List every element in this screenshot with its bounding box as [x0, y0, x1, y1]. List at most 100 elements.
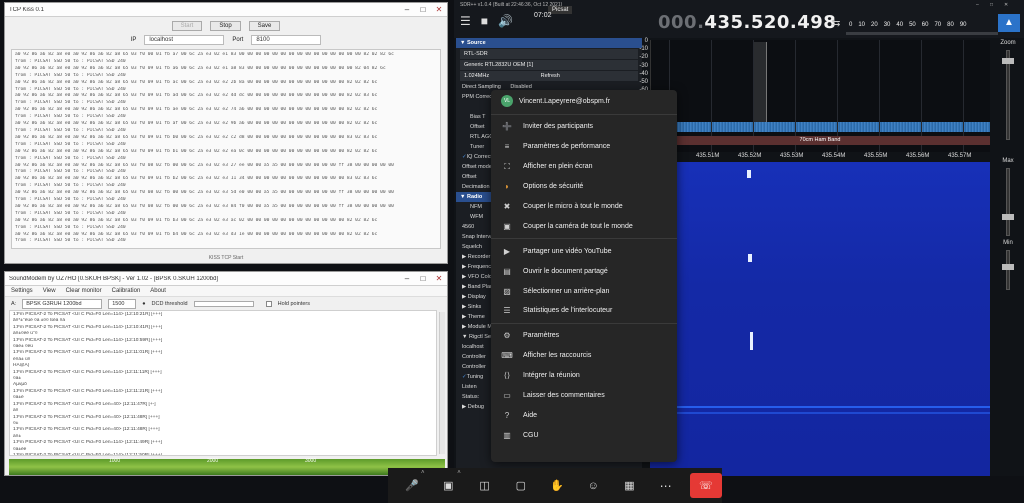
sdr-title: SDR++ v1.0.4 (Built at 22:46:36, Oct 12 … — [460, 2, 563, 8]
log-line: from : PICSAT SSD 50 to : PICSAT SSD 240 — [15, 224, 126, 230]
log-line: from : PICSAT SSD 50 to : PICSAT SSD 240 — [15, 197, 126, 203]
minimize-icon[interactable]: – — [399, 274, 415, 283]
menu-items: ➕ Inviter des participants ≡ Paramètres de … — [491, 117, 677, 445]
close-icon[interactable]: ✕ — [431, 274, 447, 283]
mute-all-icon: ✖ — [503, 202, 511, 211]
raise-hand-button[interactable]: ✋ — [539, 468, 575, 503]
menu-item[interactable]: Clear monitor — [66, 288, 102, 294]
vfo-marker[interactable] — [753, 42, 767, 132]
participants-icon: ☺ — [587, 479, 599, 492]
snr-tick: 40 — [896, 22, 904, 28]
raise-hand-icon: ✋ — [550, 480, 564, 492]
speaker-icon[interactable]: 🔊 — [498, 14, 513, 28]
menu-item-security[interactable]: ◗ Options de sécurité — [491, 177, 677, 197]
menu-item-embed[interactable]: ⟨⟩ Intégrer la réunion — [491, 366, 677, 386]
sdr-waterfall[interactable] — [650, 162, 990, 476]
tile-view-icon: ▦ — [624, 480, 635, 492]
hangup-icon: ☏ — [699, 480, 713, 492]
signal-trace — [750, 332, 753, 350]
monitor-scrollbar[interactable] — [439, 312, 445, 454]
soundmodem-titlebar: SoundModem by UZ7HO [0.SKUH BPSK] - Ver … — [5, 272, 447, 286]
waterfall-band-line — [650, 406, 990, 408]
frequency-display[interactable]: 000.435.520.498 — [658, 12, 836, 33]
min-slider[interactable] — [1006, 250, 1010, 290]
frequency-axis: 435.5M435.51M435.52M435.53M435.54M435.55… — [650, 152, 990, 162]
minimize-icon[interactable]: – — [976, 2, 990, 8]
more-icon: ⋯ — [659, 478, 672, 493]
menu-item[interactable]: Settings — [11, 288, 33, 294]
menu-item-help[interactable]: ? Aide — [491, 405, 677, 425]
camera-button[interactable]: ▣ ˄ — [430, 468, 466, 503]
participants-button[interactable]: ☺ — [575, 468, 611, 503]
hangup-button[interactable]: ☏ — [689, 473, 723, 498]
maximize-icon[interactable]: □ — [990, 2, 1004, 8]
max-knob[interactable] — [1002, 214, 1014, 220]
save-button[interactable]: Save — [248, 21, 281, 31]
dcd-label: DCD threshold — [151, 301, 188, 307]
db-tick: 0 — [644, 38, 648, 44]
device-select[interactable]: Generic RTL2832U OEM [1] — [460, 60, 638, 70]
min-knob[interactable] — [1002, 264, 1014, 270]
chevron-up-icon[interactable]: ˄ — [457, 470, 461, 476]
close-icon[interactable]: ✕ — [1004, 2, 1018, 8]
screen-share-button[interactable]: ◫ — [466, 468, 502, 503]
ip-input[interactable]: localhost — [144, 35, 225, 45]
menu-item-youtube[interactable]: ▶ Partager une vidéo YouTube — [491, 241, 677, 261]
menu-item-mute-all[interactable]: ✖ Couper le micro à tout le monde — [491, 197, 677, 217]
more-options-menu: VL Vincent.Lapeyrere@obspm.fr ➕ Inviter d… — [491, 90, 677, 462]
snr-tick: 20 — [871, 22, 878, 28]
max-slider[interactable] — [1006, 168, 1010, 236]
soundmodem-monitor[interactable]: 1:Fm PICSAT-2 To PICSAT <UI C Pid=F0 Len… — [9, 310, 437, 456]
zoom-knob[interactable] — [1002, 58, 1014, 64]
minimize-icon[interactable]: – — [399, 5, 415, 14]
menu-item-label: Aide — [523, 411, 538, 419]
menu-item[interactable]: Calibration — [112, 288, 141, 294]
ip-label: IP — [130, 37, 137, 43]
frequency-value: 435.520.498 — [704, 12, 837, 33]
swap-icon[interactable]: ⇆ — [832, 18, 840, 29]
menu-item[interactable]: About — [150, 288, 166, 294]
log-line: from : PICSAT SSD 50 to : PICSAT SSD 240 — [15, 169, 126, 175]
max-label: Max — [1002, 158, 1014, 164]
menu-item-feedback[interactable]: ▭ Laisser des commentaires — [491, 386, 677, 406]
zoom-label: Zoom — [1000, 40, 1016, 46]
menu-item[interactable]: View — [43, 288, 56, 294]
menu-user[interactable]: VL Vincent.Lapeyrere@obspm.fr — [491, 90, 677, 112]
mode-select[interactable]: BPSK G3RUH 1200bd — [22, 299, 103, 309]
menu-item-add-user[interactable]: ➕ Inviter des participants — [491, 117, 677, 137]
maximize-icon[interactable]: □ — [415, 274, 431, 283]
microphone-button[interactable]: 🎤 ˄ — [394, 468, 430, 503]
folder-icon[interactable]: ■ — [481, 14, 488, 28]
kiss-log[interactable]: a0 92 86 a6 82 a8 e0 a0 92 86 a6 82 a8 6… — [11, 49, 441, 249]
source-header[interactable]: ▼ Source — [456, 38, 642, 48]
stop-button[interactable]: Stop — [210, 21, 241, 31]
menu-item-background[interactable]: ▨ Sélectionner un arrière-plan — [491, 281, 677, 301]
wf-tick: 1000 — [109, 458, 121, 464]
source-select[interactable]: RTL-SDR — [460, 49, 638, 59]
menu-item-camera-off[interactable]: ▣ Couper la caméra de tout le monde — [491, 216, 677, 236]
more-button[interactable]: ⋯ — [648, 468, 684, 503]
chat-button[interactable]: ▢ — [503, 468, 539, 503]
hamburger-menu-icon[interactable]: ☰ — [460, 14, 471, 28]
menu-item-performance[interactable]: ≡ Paramètres de performance — [491, 137, 677, 157]
menu-item-fullscreen[interactable]: ⛶ Afficher en plein écran — [491, 157, 677, 177]
menu-item-terms[interactable]: ▥ CGU — [491, 425, 677, 445]
hold-checkbox[interactable] — [265, 301, 272, 307]
start-button[interactable]: Start — [171, 21, 203, 31]
refresh-button[interactable]: Refresh — [541, 73, 560, 79]
maximize-icon[interactable]: □ — [415, 5, 431, 14]
close-icon[interactable]: ✕ — [431, 5, 447, 14]
menu-item-stats[interactable]: ☰ Statistiques de l'interlocuteur — [491, 301, 677, 321]
menu-item-document[interactable]: ▤ Ouvrir le document partagé — [491, 261, 677, 281]
rate-select[interactable]: 1.024MHz Refresh — [460, 71, 638, 81]
chevron-up-icon[interactable]: ˄ — [421, 470, 425, 476]
tile-view-button[interactable]: ▦ — [611, 468, 647, 503]
frequency-input[interactable]: 1500 — [108, 299, 137, 309]
dcd-slider[interactable] — [193, 301, 254, 307]
menu-item-shortcuts[interactable]: ⌨ Afficher les raccourcis — [491, 346, 677, 366]
menu-item-settings[interactable]: ⚙ Paramètres — [491, 326, 677, 346]
log-line: a0 92 86 a6 82 a8 e0 a0 92 86 a6 82 a8 6… — [15, 93, 378, 99]
document-icon: ▤ — [503, 266, 511, 276]
port-input[interactable]: 8100 — [251, 35, 322, 45]
tcp-connection-row: IP localhost Port 8100 — [5, 31, 447, 45]
